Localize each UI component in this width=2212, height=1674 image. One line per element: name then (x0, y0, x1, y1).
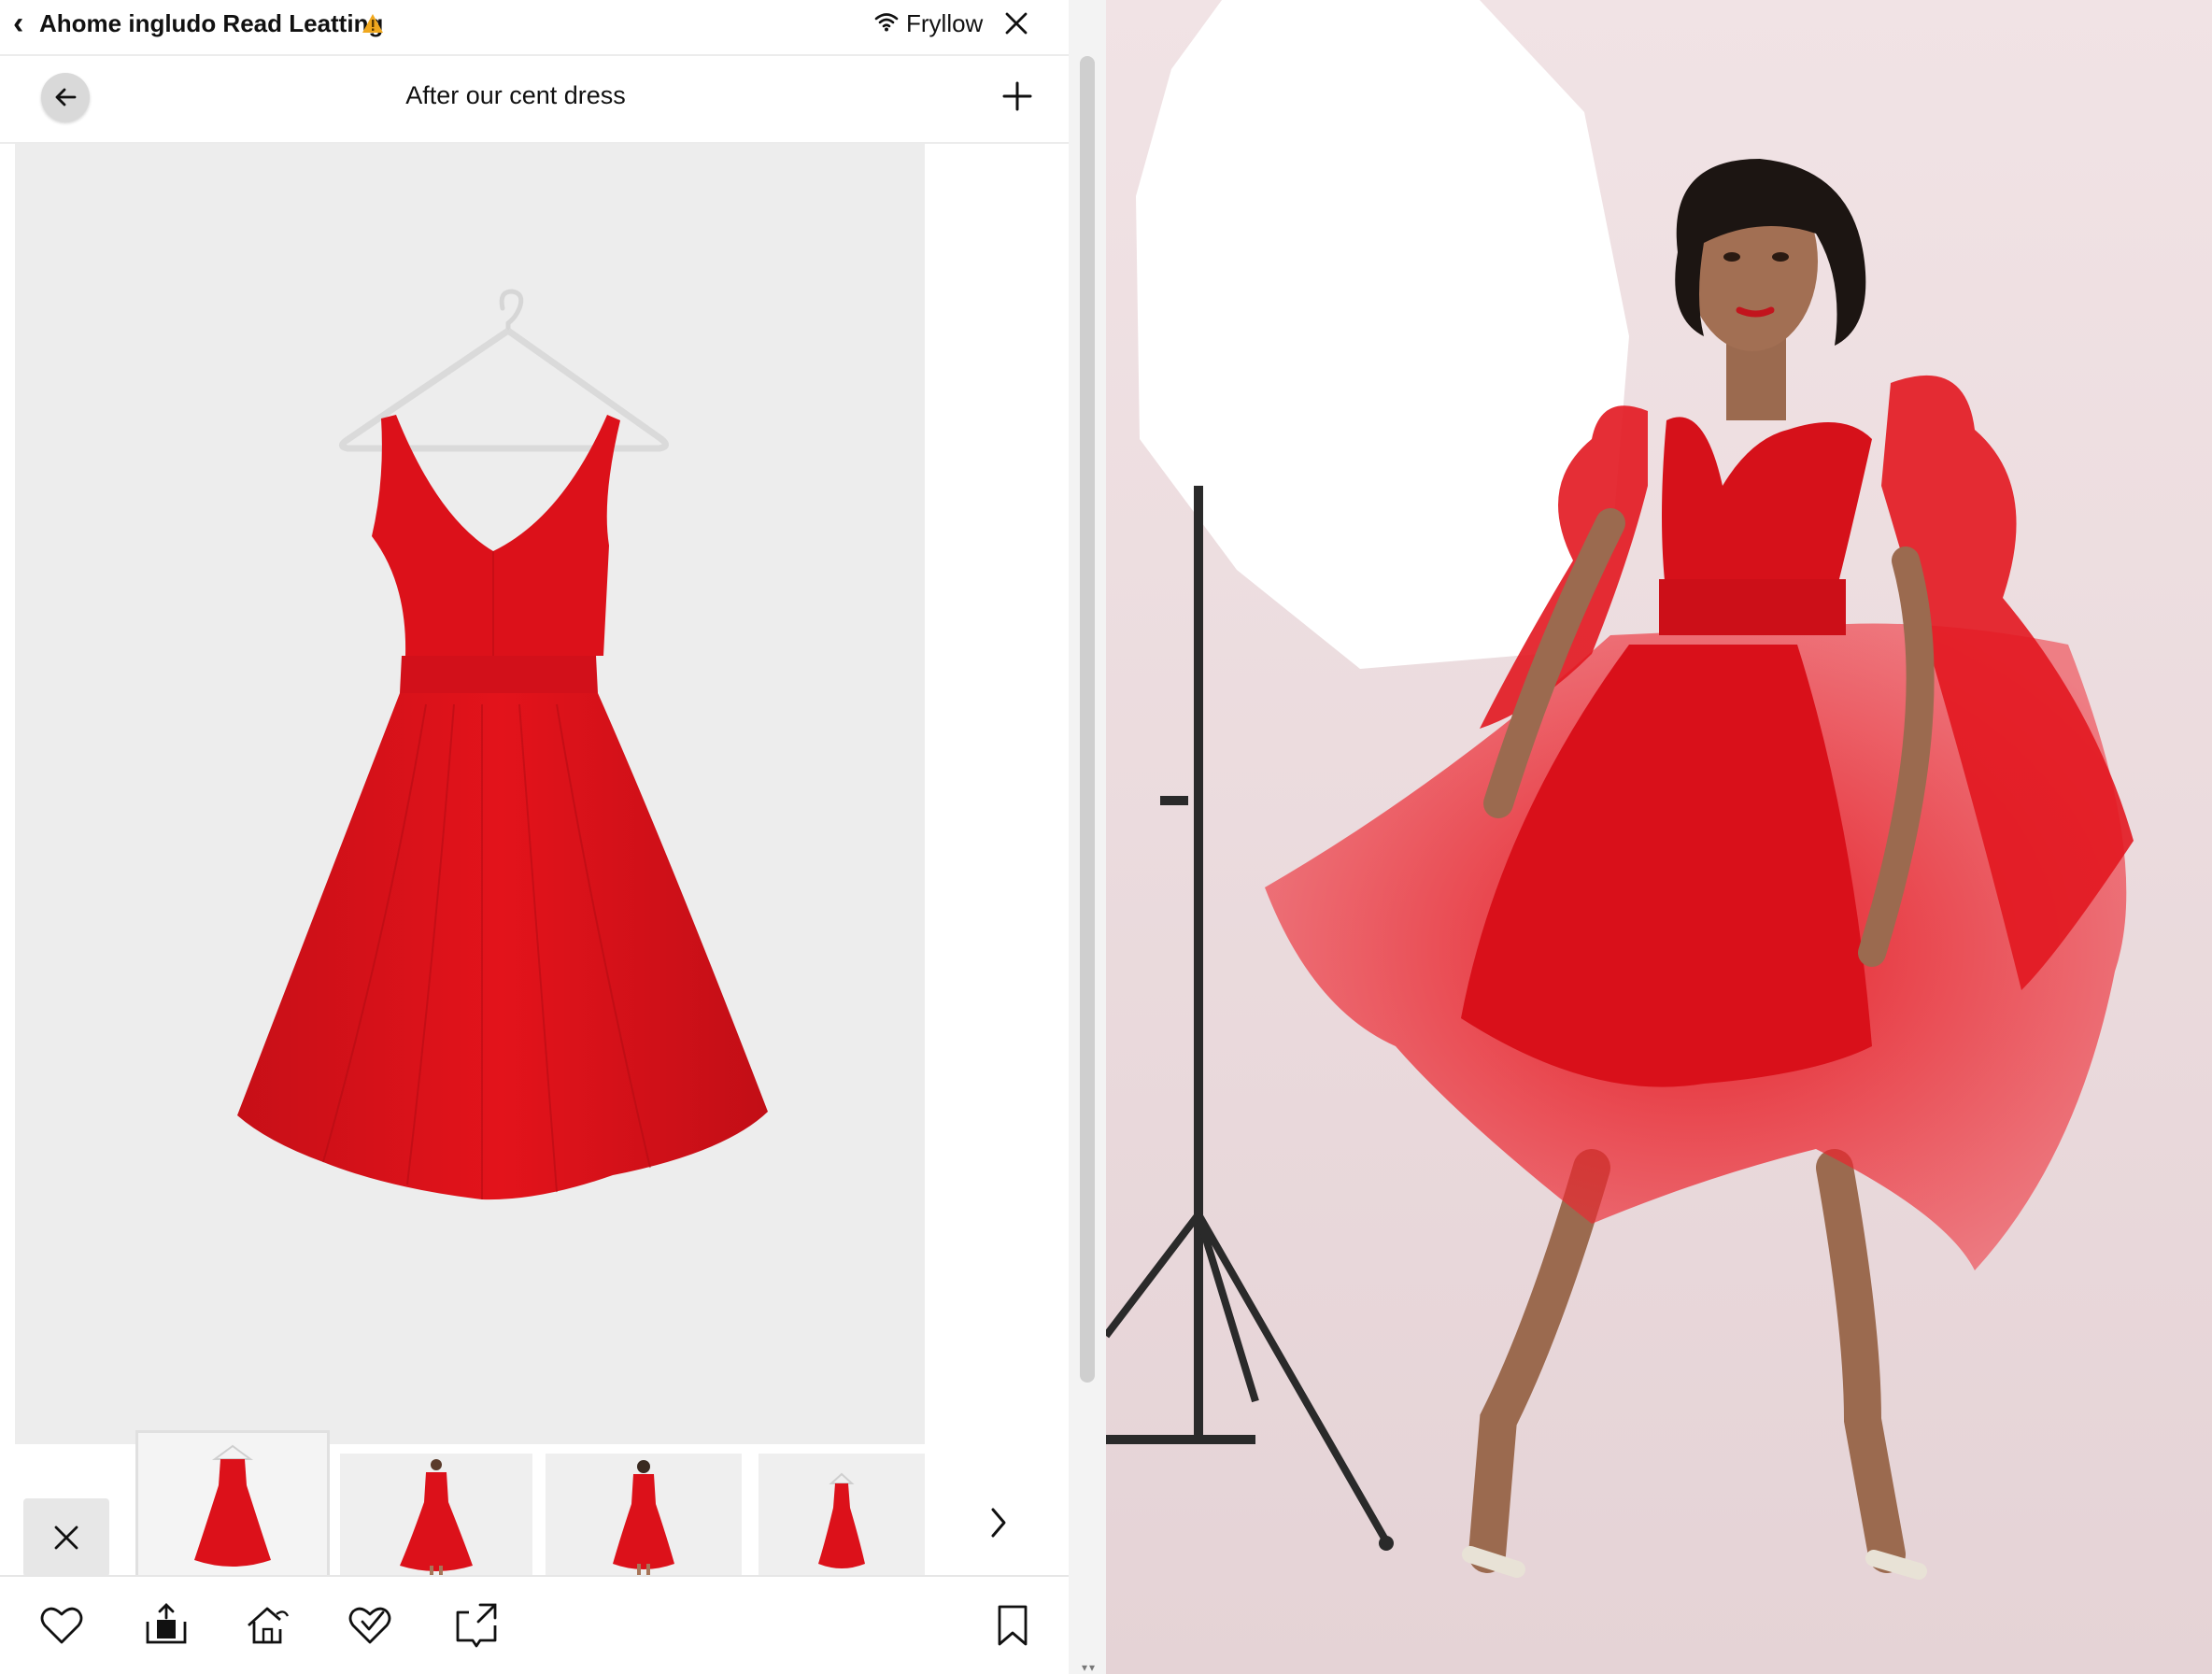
red-dress-illustration (237, 289, 768, 1200)
dress-back-thumbnail (613, 1460, 674, 1575)
back-button[interactable] (41, 73, 90, 121)
status-bar: ‹ Ahome ingludo Read Leatting Fryllow (0, 0, 1069, 56)
model-photo-panel (1106, 0, 2212, 1674)
close-icon (54, 1525, 78, 1550)
chevron-left-icon[interactable]: ‹ (13, 7, 23, 39)
product-page-panel: ‹ Ahome ingludo Read Leatting Fryllow Af… (0, 0, 1069, 1674)
thumbnail-2[interactable] (340, 1454, 532, 1577)
scrollbar[interactable] (1080, 56, 1095, 1383)
heart-icon (40, 1607, 83, 1644)
home-share-icon (248, 1607, 290, 1644)
share-home-button[interactable] (243, 1601, 291, 1650)
bookmark-icon (998, 1605, 1028, 1646)
scroll-indicator: ▾▾ (1082, 1661, 1098, 1674)
thumbnail-4[interactable] (759, 1454, 925, 1577)
share-box-icon (456, 1603, 497, 1648)
model-in-red-dress-photo (1106, 0, 2212, 1674)
dress-front-thumbnail (400, 1459, 473, 1575)
status-title: Ahome ingludo Read Leatting (39, 9, 384, 37)
upload-button[interactable] (142, 1601, 191, 1650)
wifi-icon (874, 13, 899, 32)
share-button[interactable] (452, 1601, 501, 1650)
close-thumbnails-button[interactable] (23, 1498, 109, 1577)
close-icon[interactable] (1001, 8, 1031, 38)
like-button[interactable] (37, 1601, 86, 1650)
thumbnail-1[interactable] (138, 1433, 327, 1577)
network-label: Fryllow (906, 9, 984, 37)
upload-icon (146, 1603, 187, 1644)
page-title: After our cent dress (405, 81, 626, 109)
favorite-check-button[interactable] (346, 1601, 394, 1650)
arrow-left-icon (55, 88, 77, 106)
page-header: After our cent dress (0, 56, 1069, 144)
action-bar (0, 1575, 1069, 1674)
product-image[interactable] (15, 144, 925, 1444)
bookmark-button[interactable] (988, 1601, 1037, 1650)
warning-icon (362, 14, 383, 33)
thumbnail-strip (0, 1429, 1069, 1577)
thumbnail-3[interactable] (546, 1454, 742, 1577)
chevron-right-icon[interactable] (984, 1500, 1014, 1545)
heart-check-icon (348, 1607, 391, 1644)
plus-icon[interactable] (998, 77, 1037, 116)
dress-small-hanger-thumbnail (818, 1472, 865, 1568)
dress-on-hanger-thumbnail (194, 1444, 271, 1567)
